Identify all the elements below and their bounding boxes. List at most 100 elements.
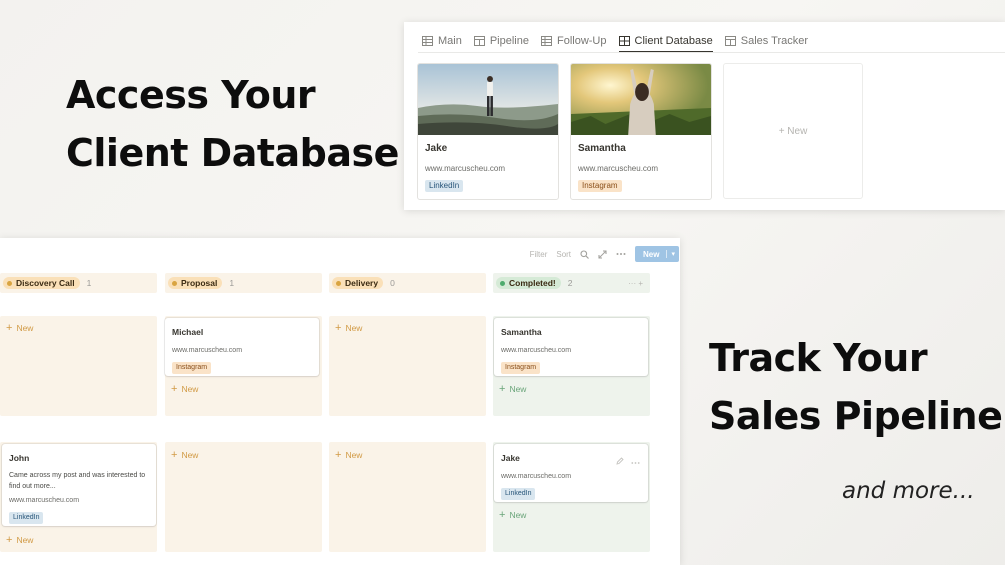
tab-label: Pipeline (489, 35, 529, 47)
board-card-jake[interactable]: Jake www.marcuscheu.com LinkedIn (494, 444, 648, 502)
new-record-button[interactable]: New ▾ (635, 246, 679, 262)
add-new-label: New (16, 323, 34, 333)
tabs-divider (418, 52, 1005, 53)
column-count: 1 (86, 278, 92, 288)
board-card-samantha[interactable]: Samantha www.marcuscheu.com Instagram (494, 318, 648, 376)
sales-pipeline-window: Filter Sort New ▾ Discovery Call 1 Propo… (0, 238, 680, 565)
expand-icon[interactable] (598, 249, 607, 259)
board-icon (724, 36, 736, 46)
tab-sales-tracker[interactable]: Sales Tracker (724, 31, 809, 51)
column-header-delivery: Delivery 0 (329, 273, 486, 293)
table-icon (540, 36, 552, 46)
source-tag: LinkedIn (9, 512, 44, 524)
new-button-label: New (643, 249, 660, 259)
tab-follow-up[interactable]: Follow-Up (540, 31, 607, 51)
more-icon[interactable] (631, 452, 640, 470)
card-url: www.marcuscheu.com (425, 164, 506, 173)
lane-discovery-call-row2: John Came across my post and was interes… (0, 442, 157, 552)
add-new-button[interactable]: + New (171, 450, 199, 461)
search-icon[interactable] (580, 249, 589, 259)
lane-completed-row1: Samantha www.marcuscheu.com Instagram + N… (493, 316, 650, 416)
status-pill[interactable]: Proposal (168, 277, 223, 289)
status-dot (172, 280, 177, 286)
status-dot (500, 280, 505, 286)
add-new-button[interactable]: + New (335, 322, 362, 334)
status-pill[interactable]: Discovery Call (3, 277, 80, 289)
plus-icon: + (6, 534, 13, 546)
new-gallery-card-button[interactable]: + New (723, 63, 863, 199)
board-icon (473, 36, 485, 46)
gallery-icon (618, 35, 630, 46)
source-tag: Instagram (172, 362, 212, 374)
status-dot (7, 280, 12, 286)
add-new-button[interactable]: + New (499, 509, 527, 521)
status-label: Proposal (181, 278, 218, 288)
status-pill[interactable]: Delivery (332, 277, 384, 289)
edit-icon[interactable] (616, 452, 624, 470)
chevron-down-icon[interactable]: ▾ (666, 250, 679, 258)
add-new-label: New (345, 450, 363, 460)
add-new-button[interactable]: + New (499, 383, 527, 395)
gallery-card-samantha[interactable]: Samantha www.marcuscheu.com Instagram (570, 63, 712, 200)
card-url: www.marcuscheu.com (172, 347, 243, 354)
add-new-label: New (181, 384, 199, 394)
source-tag: LinkedIn (501, 488, 536, 500)
add-new-button[interactable]: + New (6, 534, 33, 546)
tab-main[interactable]: Main (422, 31, 462, 51)
plus-icon: + (6, 322, 13, 334)
status-label: Delivery (345, 278, 379, 288)
lane-delivery-row2: + New (329, 442, 486, 552)
headline-client-database: Access Your Client Database (66, 66, 399, 182)
card-name: Samantha (578, 143, 626, 154)
headline-line: Sales Pipeline (709, 394, 1003, 438)
headline-line: Track Your (709, 336, 928, 380)
add-new-label: New (509, 510, 527, 520)
add-new-button[interactable]: + New (6, 322, 34, 334)
tab-label: Sales Tracker (740, 35, 809, 47)
cover-image-woman-in-field (571, 64, 711, 135)
column-header-completed: Completed! 2 ··· + (493, 273, 650, 293)
plus-icon: + (499, 509, 506, 521)
card-name: Jake (501, 453, 520, 463)
column-count: 2 (567, 278, 573, 288)
source-tag: LinkedIn (425, 180, 464, 192)
lane-discovery-call-row1: + New (0, 316, 157, 416)
table-icon (422, 36, 433, 46)
board-card-john[interactable]: John Came across my post and was interes… (2, 444, 156, 526)
board-card-michael[interactable]: Michael www.marcuscheu.com Instagram (165, 318, 319, 376)
tagline: and more... (842, 478, 975, 504)
board-toolbar: Filter Sort New ▾ (530, 245, 680, 263)
card-url: www.marcuscheu.com (501, 347, 572, 354)
column-count: 0 (390, 278, 395, 288)
card-url: www.marcuscheu.com (9, 497, 80, 504)
sort-button[interactable]: Sort (556, 250, 571, 259)
column-header-proposal: Proposal 1 (165, 273, 322, 293)
plus-icon: + (335, 322, 342, 334)
tab-client-database[interactable]: Client Database (618, 31, 713, 53)
headline-line: Client Database (66, 131, 399, 175)
card-name: Michael (172, 327, 204, 337)
plus-icon: + (499, 383, 506, 395)
add-new-button[interactable]: + New (335, 449, 363, 461)
card-name: John (9, 453, 30, 463)
tab-label: Follow-Up (556, 35, 607, 47)
add-new-label: New (509, 384, 527, 394)
tab-pipeline[interactable]: Pipeline (473, 31, 529, 51)
tab-label: Main (438, 35, 462, 47)
headline-sales-pipeline: Track Your Sales Pipeline (709, 329, 1003, 445)
source-tag: Instagram (578, 180, 622, 192)
card-name: Samantha (501, 327, 542, 337)
plus-icon: + (335, 449, 342, 461)
gallery-card-jake[interactable]: Jake www.marcuscheu.com LinkedIn (417, 63, 559, 200)
add-new-label: New (181, 450, 199, 460)
add-new-button[interactable]: + New (171, 384, 199, 395)
status-dot (336, 280, 341, 286)
status-label: Discovery Call (16, 278, 75, 288)
filter-button[interactable]: Filter (530, 250, 548, 259)
card-url: www.marcuscheu.com (501, 473, 572, 480)
column-actions[interactable]: ··· + (628, 279, 643, 288)
lane-delivery-row1: + New (329, 316, 486, 416)
lane-proposal-row2: + New (165, 442, 322, 552)
status-pill[interactable]: Completed! (496, 277, 561, 289)
more-icon[interactable] (616, 252, 626, 256)
